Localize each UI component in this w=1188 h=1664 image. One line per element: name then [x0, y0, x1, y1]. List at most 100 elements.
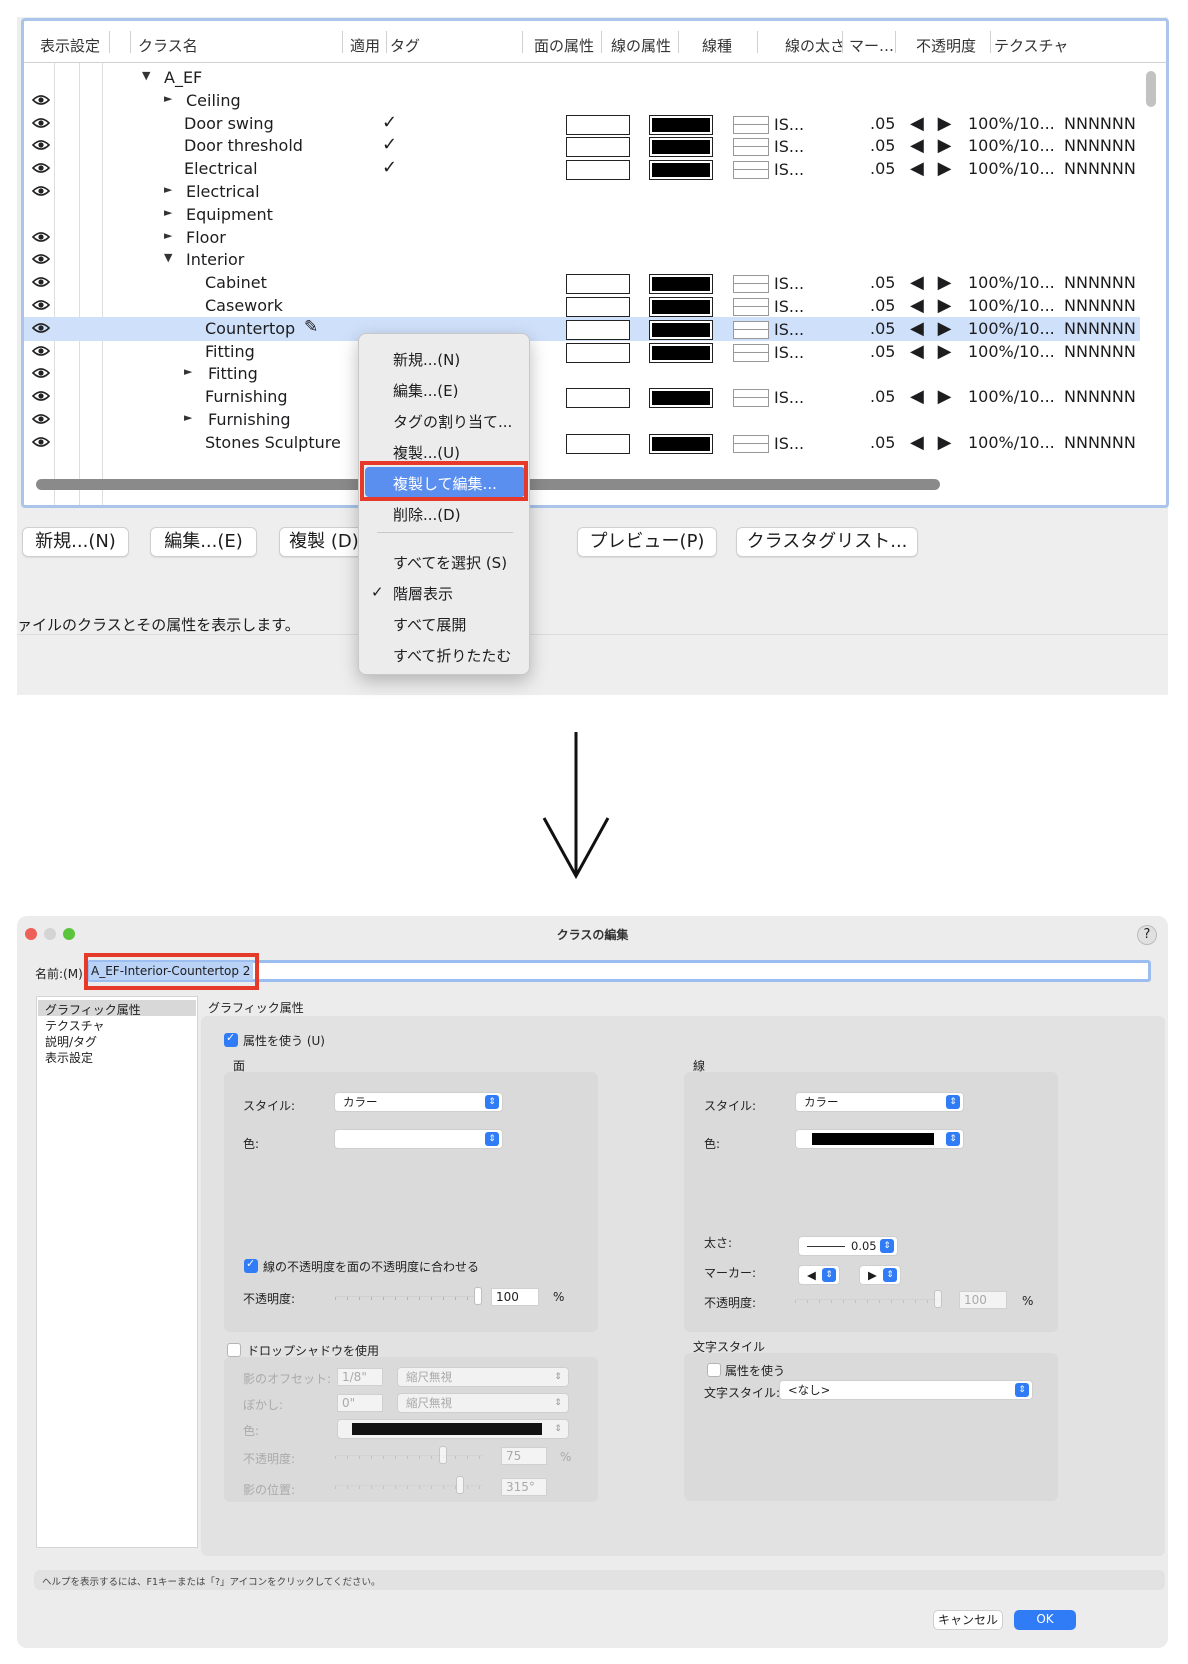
eye-icon[interactable] [32, 436, 50, 448]
col-line-attr[interactable]: 線の属性 [611, 35, 671, 56]
fill-opacity-knob[interactable] [474, 1287, 482, 1305]
text-style-popup[interactable]: <なし> ⇕ [779, 1380, 1033, 1400]
eye-icon[interactable] [32, 185, 50, 197]
table-row[interactable]: Door swing ✓ IS... .05 ◀ ▶ 100%/10... NNNNNN [24, 112, 1140, 136]
line-opacity-slider[interactable] [795, 1299, 941, 1303]
eye-icon[interactable] [32, 117, 50, 129]
disclosure-open-icon[interactable]: ▼ [164, 251, 172, 264]
shadow-offset-mode[interactable]: 縮尺無視 ⇕ [397, 1367, 569, 1387]
class-table[interactable]: 表示設定 クラス名 適用 タグ 面の属性 線の属性 線種 線の太さ マー… 不透… [21, 18, 1169, 508]
new-button[interactable]: 新規...(N) [22, 527, 129, 557]
shadow-angle-field[interactable]: 315° [501, 1478, 547, 1496]
col-opacity[interactable]: 不透明度 [916, 35, 976, 56]
line-opacity-knob[interactable] [934, 1290, 942, 1308]
shadow-angle-knob[interactable] [456, 1476, 464, 1494]
table-row[interactable]: ► Ceiling [24, 89, 1140, 113]
menu-item-select-all[interactable]: すべてを選択 (S) [393, 552, 507, 573]
col-texture[interactable]: テクスチャ [994, 35, 1068, 56]
match-opacity-checkbox[interactable] [244, 1257, 258, 1273]
eye-icon[interactable] [32, 367, 50, 379]
table-row[interactable]: Casework IS... .05 ◀ ▶ 100%/10... NNNNNN [24, 294, 1140, 318]
disclosure-open-icon[interactable]: ▼ [142, 69, 150, 82]
table-row[interactable]: Electrical ✓ IS... .05 ◀ ▶ 100%/10... NNNNNN [24, 157, 1140, 181]
menu-item-collapse-all[interactable]: すべて折りたたむ [393, 645, 511, 666]
eye-icon[interactable] [32, 413, 50, 425]
menu-item-delete[interactable]: 削除...(D) [393, 504, 461, 525]
col-line-weight[interactable]: 線の太さ [785, 35, 845, 56]
fill-opacity-field[interactable]: 100 [491, 1288, 539, 1306]
menu-item-hierarchy[interactable]: 階層表示 [393, 583, 453, 604]
disclosure-closed-icon[interactable]: ► [184, 411, 192, 424]
drop-shadow-checkbox[interactable] [227, 1343, 241, 1357]
col-line-type[interactable]: 線種 [702, 35, 732, 56]
line-style-popup[interactable]: カラー ⇕ [795, 1092, 964, 1112]
disclosure-closed-icon[interactable]: ► [164, 92, 172, 105]
table-row[interactable]: ► Equipment [24, 203, 1140, 227]
ok-button[interactable]: OK [1014, 1610, 1076, 1630]
eye-icon[interactable] [32, 276, 50, 288]
shadow-offset-field[interactable]: 1/8" [337, 1368, 383, 1386]
table-row[interactable]: Furnishing IS... .05 ◀ ▶ 100%/10... NNNNNN [24, 385, 1140, 409]
edit-button[interactable]: 編集...(E) [150, 527, 257, 557]
pencil-icon[interactable]: ✎ [304, 317, 318, 337]
table-row[interactable]: ► Furnishing [24, 408, 1140, 432]
fill-color-popup[interactable]: ⇕ [334, 1129, 503, 1149]
table-row[interactable]: ▼ A_EF [24, 66, 1140, 90]
col-class-name[interactable]: クラス名 [138, 35, 198, 56]
eye-icon[interactable] [32, 94, 50, 106]
table-row[interactable]: Door threshold ✓ IS... .05 ◀ ▶ 100%/10... NNNN… [24, 134, 1140, 158]
disclosure-closed-icon[interactable]: ► [184, 365, 192, 378]
preview-button[interactable]: プレビュー(P) [577, 527, 717, 557]
eye-icon[interactable] [32, 139, 50, 151]
eye-icon[interactable] [32, 390, 50, 402]
shadow-opacity-field[interactable]: 75 [501, 1447, 547, 1465]
category-texture[interactable]: テクスチャ [45, 1017, 105, 1034]
table-row[interactable]: ► Floor [24, 226, 1140, 250]
col-tag[interactable]: タグ [390, 35, 420, 56]
line-weight-popup[interactable]: 0.05 ⇕ [798, 1236, 898, 1256]
vertical-scrollbar[interactable] [1146, 71, 1156, 107]
cancel-button[interactable]: キャンセル [933, 1610, 1003, 1630]
table-row[interactable]: Fitting IS... .05 ◀ ▶ 100%/10... NNNNNN [24, 340, 1140, 364]
shadow-blur-field[interactable]: 0" [337, 1394, 383, 1412]
eye-icon[interactable] [32, 231, 50, 243]
duplicate-button[interactable]: 複製 (D) [279, 527, 369, 557]
shadow-opacity-knob[interactable] [439, 1446, 447, 1464]
eye-icon[interactable] [32, 253, 50, 265]
category-graphic[interactable]: グラフィック属性 [45, 1001, 141, 1018]
marker-right-popup[interactable]: ▶ ⇕ [859, 1265, 901, 1285]
col-marker[interactable]: マー… [849, 35, 894, 56]
shadow-opacity-slider[interactable] [335, 1455, 483, 1459]
disclosure-closed-icon[interactable]: ► [164, 206, 172, 219]
fill-style-popup[interactable]: カラー ⇕ [334, 1092, 503, 1112]
eye-icon[interactable] [32, 299, 50, 311]
disclosure-closed-icon[interactable]: ► [164, 183, 172, 196]
table-row[interactable]: Countertop ✎ IS... .05 ◀ ▶ 100%/10... NNNNNN [24, 316, 1140, 341]
menu-item-edit[interactable]: 編集...(E) [393, 380, 459, 401]
eye-icon[interactable] [32, 162, 50, 174]
class-tag-list-button[interactable]: クラスタグリスト... [736, 527, 918, 557]
menu-item-duplicate[interactable]: 複製...(U) [393, 442, 460, 463]
line-color-popup[interactable]: ⇕ [795, 1129, 964, 1149]
line-opacity-field[interactable]: 100 [959, 1291, 1007, 1309]
menu-item-new[interactable]: 新規...(N) [393, 349, 460, 370]
col-fill-attr[interactable]: 面の属性 [534, 35, 594, 56]
table-row[interactable]: ► Electrical [24, 180, 1140, 204]
help-button[interactable]: ? [1137, 925, 1157, 945]
eye-icon[interactable] [32, 322, 50, 334]
shadow-blur-mode[interactable]: 縮尺無視 ⇕ [397, 1393, 569, 1413]
col-apply[interactable]: 適用 [350, 35, 380, 56]
disclosure-closed-icon[interactable]: ► [164, 229, 172, 242]
table-row[interactable]: Stones Sculpture IS... .05 ◀ ▶ 100%/10... NNN… [24, 431, 1140, 455]
col-visibility[interactable]: 表示設定 [40, 35, 100, 56]
marker-left-popup[interactable]: ◀ ⇕ [798, 1265, 840, 1285]
use-attrs-checkbox[interactable] [224, 1031, 238, 1047]
table-row[interactable]: Cabinet IS... .05 ◀ ▶ 100%/10... NNNNNN [24, 271, 1140, 295]
eye-icon[interactable] [32, 345, 50, 357]
table-row[interactable]: ► Fitting [24, 362, 1140, 386]
table-row[interactable]: ▼ Interior [24, 248, 1140, 272]
menu-item-assign-tags[interactable]: タグの割り当て... [393, 411, 512, 432]
fill-opacity-slider[interactable] [335, 1296, 481, 1300]
category-description-tags[interactable]: 説明/タグ [45, 1033, 97, 1050]
shadow-color-popup[interactable]: ⇕ [337, 1419, 569, 1439]
